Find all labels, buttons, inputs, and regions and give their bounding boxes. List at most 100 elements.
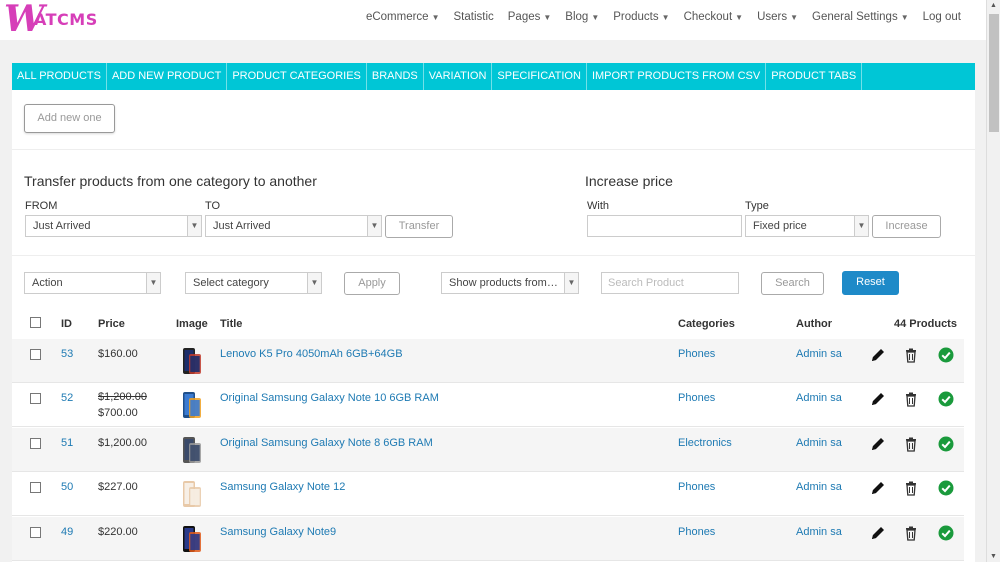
tab-all-products[interactable]: ALL PRODUCTS <box>12 63 107 90</box>
category-filter-select[interactable]: Select category ▼ <box>185 272 322 294</box>
col-title[interactable]: Title <box>220 318 242 330</box>
table-row: 53 $160.00 Lenovo K5 Pro 4050mAh 6GB+64GB P… <box>12 339 964 383</box>
published-check-icon[interactable] <box>938 525 954 541</box>
delete-trash-icon[interactable] <box>903 347 919 363</box>
product-title-link[interactable]: Original Samsung Galaxy Note 10 6GB RAM <box>220 392 439 404</box>
caret-down-icon: ▼ <box>431 13 440 22</box>
nav-item-users[interactable]: Users ▼ <box>750 11 805 23</box>
delete-trash-icon[interactable] <box>903 391 919 408</box>
nav-item-general-settings[interactable]: General Settings ▼ <box>805 11 916 23</box>
product-id[interactable]: 51 <box>61 437 73 449</box>
tab-specification[interactable]: SPECIFICATION <box>492 63 587 90</box>
tab-add-new-product[interactable]: ADD NEW PRODUCT <box>107 63 228 90</box>
delete-trash-icon[interactable] <box>903 525 919 541</box>
caret-down-icon: ▼ <box>543 13 552 22</box>
product-thumbnail[interactable] <box>176 435 206 465</box>
col-id[interactable]: ID <box>61 318 72 330</box>
product-id[interactable]: 50 <box>61 481 73 493</box>
scroll-down-icon[interactable]: ▼ <box>990 553 997 560</box>
nav-item-products[interactable]: Products ▼ <box>606 11 676 23</box>
nav-item-pages[interactable]: Pages ▼ <box>501 11 559 23</box>
product-id[interactable]: 49 <box>61 526 73 538</box>
product-author-link[interactable]: Admin sa <box>796 392 842 404</box>
product-thumbnail[interactable] <box>176 524 206 554</box>
product-id[interactable]: 53 <box>61 348 73 360</box>
page-scrollbar[interactable]: ▲ ▼ <box>986 0 1000 562</box>
product-title-link[interactable]: Original Samsung Galaxy Note 8 6GB RAM <box>220 437 433 449</box>
col-price[interactable]: Price <box>98 318 125 330</box>
chevron-down-icon: ▼ <box>307 273 321 293</box>
product-category-link[interactable]: Phones <box>678 392 715 404</box>
nav-item-log-out[interactable]: Log out <box>916 11 968 23</box>
category-select-value: Select category <box>193 277 269 289</box>
apply-button[interactable]: Apply <box>344 272 400 295</box>
tab-product-categories[interactable]: PRODUCT CATEGORIES <box>227 63 367 90</box>
nav-item-blog[interactable]: Blog ▼ <box>558 11 606 23</box>
row-checkbox[interactable] <box>30 349 41 360</box>
published-check-icon[interactable] <box>938 391 954 407</box>
delete-trash-icon[interactable] <box>903 436 919 452</box>
row-checkbox[interactable] <box>30 393 41 405</box>
product-author-link[interactable]: Admin sa <box>796 437 842 449</box>
product-category-link[interactable]: Phones <box>678 348 715 360</box>
product-title-link[interactable]: Samsung Galaxy Note9 <box>220 526 336 538</box>
tab-import-products-from-csv[interactable]: IMPORT PRODUCTS FROM CSV <box>587 63 767 90</box>
product-thumbnail[interactable] <box>176 390 206 420</box>
from-category-select[interactable]: Just Arrived ▼ <box>25 215 202 237</box>
published-check-icon[interactable] <box>938 436 954 452</box>
row-checkbox[interactable] <box>30 482 41 494</box>
row-checkbox[interactable] <box>30 526 41 538</box>
nav-item-ecommerce[interactable]: eCommerce ▼ <box>359 11 447 23</box>
tab-product-tabs[interactable]: PRODUCT TABS <box>766 63 863 90</box>
product-title-link[interactable]: Lenovo K5 Pro 4050mAh 6GB+64GB <box>220 348 403 360</box>
nav-item-label: Log out <box>922 11 961 23</box>
caret-down-icon: ▼ <box>790 13 799 22</box>
nav-item-label: Pages <box>507 11 541 23</box>
search-product-input[interactable]: Search Product <box>601 272 739 294</box>
products-panel: ALL PRODUCTS ADD NEW PRODUCT PRODUCT CATEG… <box>12 63 975 562</box>
search-button[interactable]: Search <box>761 272 824 295</box>
reset-button[interactable]: Reset <box>842 271 899 295</box>
bulk-action-select[interactable]: Action ▼ <box>24 272 161 294</box>
delete-trash-icon[interactable] <box>903 480 919 496</box>
chevron-down-icon: ▼ <box>187 216 201 236</box>
nav-item-label: Products <box>613 11 659 23</box>
increase-button[interactable]: Increase <box>872 215 941 238</box>
increase-with-input[interactable] <box>587 215 742 237</box>
product-price: $1,200.00 <box>98 436 147 449</box>
product-thumbnail[interactable] <box>176 346 206 376</box>
watcms-logo[interactable]: W ATCMS <box>4 0 104 40</box>
product-author-link[interactable]: Admin sa <box>796 526 842 538</box>
edit-pencil-icon[interactable] <box>870 480 886 496</box>
show-products-from-select[interactable]: Show products from… ▼ <box>441 272 579 294</box>
product-author-link[interactable]: Admin sa <box>796 348 842 360</box>
with-label: With <box>587 200 609 212</box>
price-type-select[interactable]: Fixed price ▼ <box>745 215 869 237</box>
row-checkbox[interactable] <box>30 437 41 449</box>
scroll-up-icon[interactable]: ▲ <box>990 2 997 9</box>
product-author-link[interactable]: Admin sa <box>796 481 842 493</box>
tab-variation[interactable]: VARIATION <box>424 63 493 90</box>
add-new-button[interactable]: Add new one <box>24 104 115 133</box>
edit-pencil-icon[interactable] <box>870 347 886 363</box>
edit-pencil-icon[interactable] <box>870 525 886 541</box>
published-check-icon[interactable] <box>938 480 954 496</box>
product-title-link[interactable]: Samsung Galaxy Note 12 <box>220 481 345 493</box>
to-category-select[interactable]: Just Arrived ▼ <box>205 215 382 237</box>
edit-pencil-icon[interactable] <box>870 391 886 407</box>
published-check-icon[interactable] <box>938 347 954 363</box>
product-id[interactable]: 52 <box>61 392 73 404</box>
tab-brands[interactable]: BRANDS <box>367 63 424 90</box>
chevron-down-icon: ▼ <box>146 273 160 293</box>
divider <box>12 149 975 150</box>
nav-item-statistic[interactable]: Statistic <box>447 11 501 23</box>
product-category-link[interactable]: Phones <box>678 526 715 538</box>
product-category-link[interactable]: Phones <box>678 481 715 493</box>
product-category-link[interactable]: Electronics <box>678 437 732 449</box>
transfer-button[interactable]: Transfer <box>385 215 453 238</box>
select-all-checkbox[interactable] <box>30 317 41 328</box>
scrollbar-thumb[interactable] <box>989 14 999 132</box>
product-thumbnail[interactable] <box>176 479 206 509</box>
nav-item-checkout[interactable]: Checkout ▼ <box>677 11 751 23</box>
edit-pencil-icon[interactable] <box>870 436 886 452</box>
